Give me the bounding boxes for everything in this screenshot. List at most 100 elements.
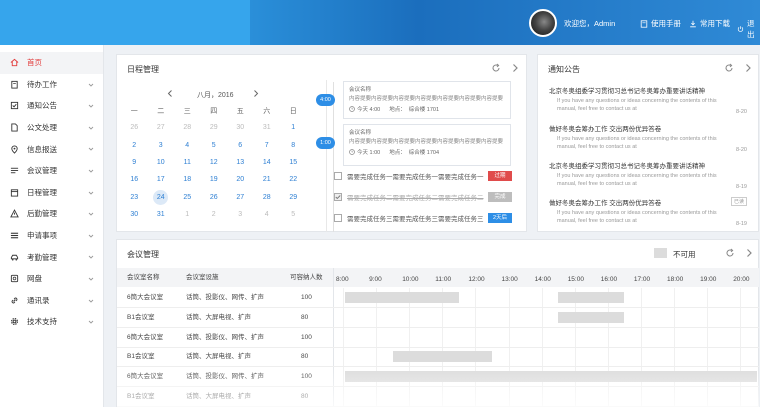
calendar-week: 2 3 4 5 6 7 8 xyxy=(121,137,307,154)
notice-title: 做好冬奥会筹办工作 交出两份优异答卷 xyxy=(549,197,747,207)
refresh-icon[interactable] xyxy=(725,248,735,258)
calendar-day[interactable]: 24 xyxy=(148,189,175,205)
calendar-day[interactable]: 4 xyxy=(254,211,281,218)
chevron-down-icon xyxy=(88,277,94,281)
sidebar-item[interactable]: 会议管理 xyxy=(0,160,103,182)
refresh-icon[interactable] xyxy=(724,63,734,73)
notice-title: 通知公告 xyxy=(548,65,580,74)
sidebar-item[interactable]: 后勤管理 xyxy=(0,203,103,225)
calendar-day[interactable]: 20 xyxy=(227,176,254,183)
chevron-down-icon xyxy=(88,83,94,87)
event-card[interactable]: 会议名称 内容提要内容提要内容提要内容提要内容提要内容提要内容提要 今天 4:00 地… xyxy=(343,81,511,119)
calendar-day[interactable]: 31 xyxy=(254,124,281,131)
calendar-day[interactable]: 6 xyxy=(227,142,254,149)
weekday-row: 一二三四五六日 xyxy=(121,102,307,119)
notice-item[interactable]: 北京冬奥组委学习贯彻习总书记冬奥筹办重要讲话精神 If you have any … xyxy=(549,85,747,117)
sidebar-item[interactable]: 公文处理 xyxy=(0,117,103,139)
sidebar-item[interactable]: 网盘 xyxy=(0,268,103,290)
task-checkbox[interactable] xyxy=(334,214,342,222)
calendar-day[interactable]: 4 xyxy=(174,142,201,149)
sidebar-item-label: 考勤管理 xyxy=(27,252,57,262)
calendar-day[interactable]: 27 xyxy=(148,124,175,131)
calendar-day[interactable]: 27 xyxy=(227,194,254,201)
calendar-day[interactable]: 3 xyxy=(227,211,254,218)
calendar-day[interactable]: 28 xyxy=(254,194,281,201)
calendar-day[interactable]: 8 xyxy=(280,142,307,149)
event-card[interactable]: 会议名称 内容提要内容提要内容提要内容提要内容提要内容提要内容提要 今天 1:00 地… xyxy=(343,124,511,166)
sidebar-item[interactable]: 通讯录 xyxy=(0,290,103,312)
avatar[interactable] xyxy=(529,9,557,37)
table-row[interactable]: B1会议室 话筒、大屏电视、扩声 80 xyxy=(117,308,759,328)
notice-item[interactable]: 做好冬奥会筹办工作 交出两份优异答卷 已读 If you have any ques… xyxy=(549,197,747,229)
calendar-day[interactable]: 16 xyxy=(121,176,148,183)
calendar-day[interactable]: 25 xyxy=(174,194,201,201)
hour-label: 8:00 xyxy=(336,276,349,283)
calendar-day[interactable]: 3 xyxy=(148,142,175,149)
logout-link[interactable]: 退出 xyxy=(737,18,760,40)
calendar-day[interactable]: 13 xyxy=(227,159,254,166)
sidebar-menu: 首页 待办工作 通知公告 公文处理 信息报送 会议管理 日程管理 后勤管理 申请事项考勤管理网盘… xyxy=(0,45,103,333)
calendar-day[interactable]: 21 xyxy=(254,176,281,183)
sidebar-item[interactable]: 待办工作 xyxy=(0,74,103,96)
calendar-day[interactable]: 14 xyxy=(254,159,281,166)
calendar-day[interactable]: 2 xyxy=(121,142,148,149)
downloads-link[interactable]: 常用下载 xyxy=(689,18,730,29)
chevron-down-icon xyxy=(88,234,94,238)
event-desc: 内容提要内容提要内容提要内容提要内容提要内容提要内容提要 xyxy=(349,139,504,145)
sidebar-item[interactable]: 申请事项 xyxy=(0,225,103,247)
calendar-day[interactable]: 5 xyxy=(201,142,228,149)
calendar-day[interactable]: 19 xyxy=(201,176,228,183)
chevron-down-icon xyxy=(88,299,94,303)
sidebar-item[interactable]: 技术支持 xyxy=(0,311,103,333)
sidebar-item[interactable]: 通知公告 xyxy=(0,95,103,117)
calendar-day[interactable]: 18 xyxy=(174,176,201,183)
prev-month-icon[interactable] xyxy=(167,90,173,97)
calendar-day[interactable]: 29 xyxy=(201,124,228,131)
manual-link[interactable]: 使用手册 xyxy=(640,18,681,29)
calendar-day[interactable]: 2 xyxy=(201,211,228,218)
calendar-day-number: 16 xyxy=(130,176,139,184)
calendar-day[interactable]: 28 xyxy=(174,124,201,131)
calendar-day[interactable]: 22 xyxy=(280,176,307,183)
calendar-day[interactable]: 5 xyxy=(280,211,307,218)
chevron-right-icon[interactable] xyxy=(743,63,753,73)
calendar-day[interactable]: 17 xyxy=(148,176,175,183)
notice-item[interactable]: 做好冬奥会筹办工作 交出两份优异答卷 If you have any questi… xyxy=(549,123,747,155)
sidebar-item[interactable]: 考勤管理 xyxy=(0,246,103,268)
calendar-day[interactable]: 9 xyxy=(121,159,148,166)
table-row[interactable]: 6筒大会议室 话筒、投影仪、网传、扩声 100 xyxy=(117,328,759,348)
chevron-down-icon xyxy=(88,126,94,130)
task-checkbox[interactable] xyxy=(334,172,342,180)
sidebar-item[interactable]: 信息报送 xyxy=(0,138,103,160)
calendar-day[interactable]: 11 xyxy=(174,159,201,166)
calendar-day[interactable]: 29 xyxy=(280,194,307,201)
calendar-day-number: 4 xyxy=(185,141,190,149)
car-icon xyxy=(10,253,19,262)
chevron-down-icon xyxy=(88,169,94,173)
col-room-name: 会议室名称 xyxy=(127,274,160,281)
notice-desc: If you have any questions or ideas conce… xyxy=(557,210,717,224)
event-time-badge: 1:00 xyxy=(316,137,335,149)
sidebar-item[interactable]: 首页 xyxy=(0,52,103,74)
calendar-day[interactable]: 1 xyxy=(174,211,201,218)
calendar-day[interactable]: 26 xyxy=(121,124,148,131)
calendar-day[interactable]: 7 xyxy=(254,142,281,149)
calendar-day[interactable]: 26 xyxy=(201,194,228,201)
calendar-day[interactable]: 30 xyxy=(227,124,254,131)
calendar-day[interactable]: 10 xyxy=(148,159,175,166)
calendar-day[interactable]: 1 xyxy=(280,124,307,131)
calendar-day[interactable]: 30 xyxy=(121,211,148,218)
refresh-icon[interactable] xyxy=(491,63,501,73)
calendar-day-number: 29 xyxy=(289,193,298,201)
calendar-day[interactable]: 23 xyxy=(121,194,148,201)
event-desc: 内容提要内容提要内容提要内容提要内容提要内容提要内容提要 xyxy=(349,96,504,102)
sidebar-item[interactable]: 日程管理 xyxy=(0,182,103,204)
notice-item[interactable]: 北京冬奥组委学习贯彻习总书记冬奥筹办重要讲话精神 If you have any … xyxy=(549,160,747,192)
calendar-day[interactable]: 31 xyxy=(148,211,175,218)
calendar-day[interactable]: 15 xyxy=(280,159,307,166)
next-month-icon[interactable] xyxy=(253,90,259,97)
chevron-right-icon[interactable] xyxy=(744,248,754,258)
task-checkbox[interactable] xyxy=(334,193,342,201)
chevron-right-icon[interactable] xyxy=(510,63,520,73)
calendar-day[interactable]: 12 xyxy=(201,159,228,166)
